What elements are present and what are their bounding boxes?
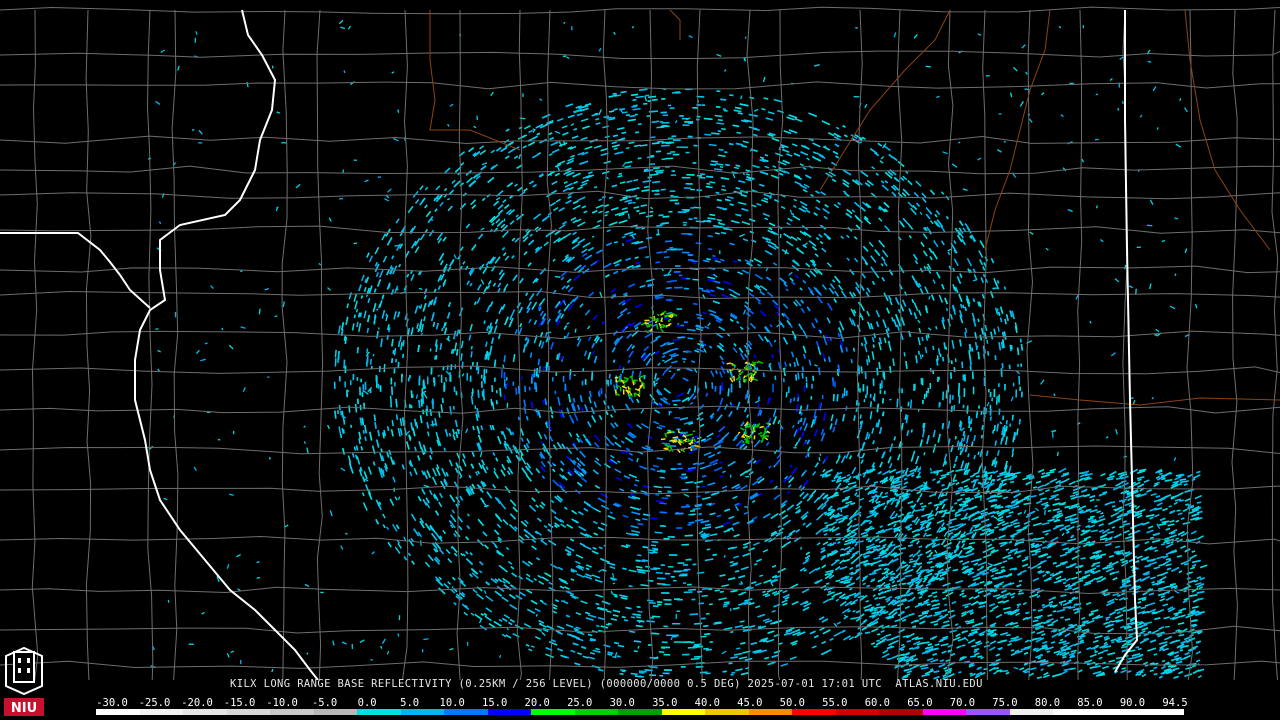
scale-swatch [618, 709, 662, 715]
scale-label: 70.0 [949, 697, 976, 709]
scale-label: 25.0 [567, 697, 593, 709]
scale-swatch [487, 709, 532, 715]
color-scale-bar [96, 709, 1184, 715]
scale-swatch [139, 709, 184, 715]
scale-swatch [313, 709, 358, 715]
scale-label: -30.0 [96, 697, 128, 709]
scale-label: 45.0 [737, 697, 763, 709]
scale-swatch [966, 709, 1010, 715]
color-scale-labels: -30.0 -25.0 -20.0 -15.0 -10.0 -5.0 0.0 5.0 10.0 1… [0, 697, 1280, 709]
scale-swatch [444, 709, 488, 715]
radar-map [0, 0, 1280, 680]
scale-label: 0.0 [357, 697, 377, 709]
radar-site-marker [673, 378, 685, 390]
scale-label: 55.0 [822, 697, 848, 709]
scale-label: 94.5 [1162, 697, 1188, 709]
scale-swatch [1096, 709, 1141, 715]
scale-label: 35.0 [652, 697, 678, 709]
scale-swatch [835, 709, 880, 715]
scale-label: 15.0 [482, 697, 508, 709]
scale-swatch [531, 709, 575, 715]
scale-swatch [748, 709, 793, 715]
scale-label: -15.0 [223, 697, 256, 709]
scale-label: -20.0 [181, 697, 213, 709]
scale-label: 85.0 [1077, 697, 1103, 709]
scale-label: -10.0 [266, 697, 298, 709]
scale-label: 65.0 [907, 697, 933, 709]
scale-label: 10.0 [439, 697, 465, 709]
scale-swatch [1053, 709, 1097, 715]
scale-label: -5.0 [311, 697, 338, 709]
scale-swatch [1009, 709, 1054, 715]
scale-swatch [1140, 709, 1184, 715]
scale-label: -25.0 [138, 697, 171, 709]
scale-swatch [705, 709, 749, 715]
scale-swatch [400, 709, 445, 715]
scale-label: 75.0 [992, 697, 1018, 709]
scale-label: 30.0 [609, 697, 635, 709]
scale-label: 50.0 [779, 697, 805, 709]
scale-swatch [270, 709, 314, 715]
scale-swatch [792, 709, 836, 715]
scale-swatch [661, 709, 706, 715]
product-caption: KILX LONG RANGE BASE REFLECTIVITY (0.25K… [230, 678, 983, 690]
scale-label: 60.0 [864, 697, 891, 709]
scale-label: 90.0 [1119, 697, 1146, 709]
scale-swatch [922, 709, 967, 715]
scale-swatch [226, 709, 271, 715]
scale-swatch [879, 709, 923, 715]
scale-swatch [96, 709, 140, 715]
scale-label: 5.0 [400, 697, 420, 709]
scale-label: 80.0 [1034, 697, 1061, 709]
scale-swatch [574, 709, 619, 715]
scale-label: 20.0 [524, 697, 550, 709]
scale-swatch [357, 709, 401, 715]
scale-swatch [183, 709, 227, 715]
scale-label: 40.0 [694, 697, 720, 709]
